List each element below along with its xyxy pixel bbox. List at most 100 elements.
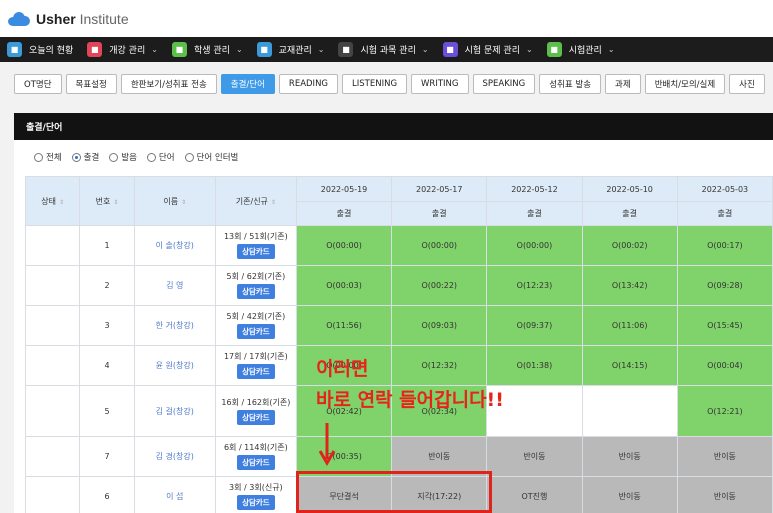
- attendance-cell[interactable]: 반이동: [676, 436, 773, 477]
- nav-item[interactable]: ■ 시험관리 ⌄: [540, 37, 622, 62]
- nav-item[interactable]: ■ 오늘의 현황: [0, 37, 80, 62]
- filter-radios: 전체 출결 발음 단어 단어 인터벌: [34, 151, 238, 163]
- tab[interactable]: LISTENING: [342, 74, 408, 94]
- attendance-cell[interactable]: O(15:45): [676, 305, 773, 346]
- counsel-card-button[interactable]: 상담카드: [237, 455, 275, 470]
- attendance-cell[interactable]: O(00:04): [676, 345, 773, 386]
- student-name-link[interactable]: 한 거(창강): [156, 321, 194, 330]
- attendance-cell[interactable]: [581, 385, 678, 437]
- date-header: 2022-05-12: [486, 176, 583, 202]
- filter-radio[interactable]: 출결: [71, 151, 99, 163]
- student-icon: ■: [171, 42, 187, 57]
- nav-item[interactable]: ■ 시험 문제 관리 ⌄: [436, 37, 540, 62]
- attendance-cell[interactable]: 반이동: [581, 436, 678, 477]
- tab[interactable]: 성취표 발송: [539, 74, 602, 94]
- tab[interactable]: 과제: [605, 74, 641, 94]
- header-name[interactable]: 이름 ⇕: [133, 176, 216, 226]
- table-row: 3 한 거(창강) 5회 / 42회(기존) 상담카드 O(11:56) O(09:03)…: [24, 305, 773, 346]
- tab[interactable]: 한판보기/성취표 전송: [120, 74, 217, 94]
- student-name-link[interactable]: 김 걸(창강): [156, 407, 194, 416]
- attendance-cell[interactable]: 반이동: [486, 436, 583, 477]
- attendance-cell[interactable]: OT진행: [486, 476, 583, 513]
- tab[interactable]: SPEAKING: [472, 74, 536, 94]
- student-name-link[interactable]: 김 영: [166, 281, 183, 290]
- student-name-link[interactable]: 윤 원(창강): [156, 361, 194, 370]
- attendance-cell[interactable]: O(00:22): [391, 265, 488, 306]
- attendance-cell[interactable]: 반이동: [581, 476, 678, 513]
- attendance-subheader: 출결: [676, 201, 773, 226]
- tab[interactable]: WRITING: [411, 74, 469, 94]
- date-header: 2022-05-19: [295, 176, 393, 202]
- filter-radio[interactable]: 전체: [34, 151, 62, 163]
- counsel-card-button[interactable]: 상담카드: [237, 244, 275, 259]
- counsel-card-button[interactable]: 상담카드: [237, 409, 275, 425]
- header-number[interactable]: 번호 ⇕: [79, 176, 135, 226]
- radio-circle[interactable]: [71, 152, 81, 162]
- attendance-cell[interactable]: O(11:06): [581, 305, 678, 346]
- status-cell: [24, 345, 81, 386]
- counsel-card-button[interactable]: 상담카드: [237, 364, 275, 379]
- attendance-cell[interactable]: O(14:15): [581, 345, 678, 386]
- tab[interactable]: 사진: [729, 74, 765, 94]
- status-cell: [24, 265, 81, 306]
- calendar-icon: ■: [87, 42, 103, 57]
- nav-item[interactable]: ■ 시험 과목 관리 ⌄: [331, 37, 435, 62]
- counsel-card-button[interactable]: 상담카드: [237, 284, 275, 299]
- nav-item[interactable]: ■ 학생 관리 ⌄: [165, 37, 250, 62]
- tab[interactable]: OT명단: [14, 74, 62, 94]
- attendance-subheader: 출결: [391, 201, 488, 226]
- attendance-cell[interactable]: O(00:00): [391, 225, 488, 266]
- attendance-cell[interactable]: O(00:00): [486, 225, 583, 266]
- attendance-cell[interactable]: O(09:03): [391, 305, 488, 346]
- status-cell: [24, 225, 81, 266]
- number-cell: 5: [79, 385, 135, 437]
- nav-item[interactable]: ■ 교재관리 ⌄: [250, 37, 332, 62]
- attendance-cell[interactable]: O(11:56): [295, 305, 393, 346]
- session-count: 6회 / 114회(기존): [223, 443, 288, 452]
- radio-circle[interactable]: [184, 152, 194, 162]
- student-name-link[interactable]: 이 섭: [166, 492, 183, 501]
- status-cell: [24, 305, 81, 346]
- tab-row: OT명단 목표설정 한판보기/성취표 전송 출결/단어 READING LISTENING…: [0, 62, 773, 106]
- attendance-cell[interactable]: O(12:21): [676, 385, 773, 437]
- nav-item-label: 시험 과목 관리: [360, 46, 416, 56]
- radio-circle[interactable]: [109, 152, 119, 162]
- nav-item-label: 교재관리: [278, 46, 312, 56]
- attendance-cell[interactable]: O(00:03): [295, 265, 393, 306]
- attendance-cell[interactable]: O(12:23): [486, 265, 583, 306]
- counsel-card-button[interactable]: 상담카드: [237, 495, 275, 510]
- number-cell: 2: [79, 265, 135, 306]
- radio-circle[interactable]: [34, 152, 43, 162]
- name-cell: 김 영: [133, 265, 216, 306]
- student-name-link[interactable]: 김 경(창강): [156, 452, 194, 461]
- session-count: 16회 / 162회(기존): [221, 397, 291, 407]
- existing-new-cell: 17회 / 17회(기존) 상담카드: [214, 345, 297, 386]
- attendance-subheader: 출결: [295, 201, 393, 226]
- chevron-down-icon: ⌄: [151, 45, 158, 54]
- header-existing-new[interactable]: 기존/신규 ⇕: [214, 176, 297, 226]
- attendance-cell[interactable]: O(00:00): [295, 225, 393, 266]
- nav-item[interactable]: ■ 개강 관리 ⌄: [80, 37, 165, 62]
- tab[interactable]: READING: [278, 74, 339, 94]
- brand-name[interactable]: Usher Institute: [36, 11, 129, 27]
- attendance-cell[interactable]: O(09:28): [676, 265, 773, 306]
- chevron-down-icon: ⌄: [607, 45, 615, 54]
- radio-circle[interactable]: [146, 152, 156, 162]
- quiz-icon: ■: [442, 42, 458, 57]
- student-name-link[interactable]: 이 솔(창강): [156, 241, 194, 250]
- filter-radio[interactable]: 단어: [146, 151, 175, 163]
- number-cell: 4: [79, 345, 135, 386]
- existing-new-cell: 5회 / 42회(기존) 상담카드: [214, 305, 297, 346]
- filter-radio[interactable]: 발음: [109, 151, 137, 163]
- header-status[interactable]: 상태 ⇕: [24, 176, 81, 226]
- attendance-cell[interactable]: O(09:37): [486, 305, 583, 346]
- tab[interactable]: 반배치/모의/실제: [644, 74, 726, 94]
- attendance-cell[interactable]: O(13:42): [581, 265, 678, 306]
- tab[interactable]: 목표설정: [65, 74, 117, 94]
- counsel-card-button[interactable]: 상담카드: [237, 324, 275, 339]
- attendance-cell[interactable]: O(00:02): [581, 225, 678, 266]
- tab[interactable]: 출결/단어: [220, 74, 275, 94]
- attendance-cell[interactable]: 반이동: [676, 476, 773, 513]
- filter-radio[interactable]: 단어 인터벌: [184, 151, 238, 163]
- attendance-cell[interactable]: O(00:17): [676, 225, 773, 266]
